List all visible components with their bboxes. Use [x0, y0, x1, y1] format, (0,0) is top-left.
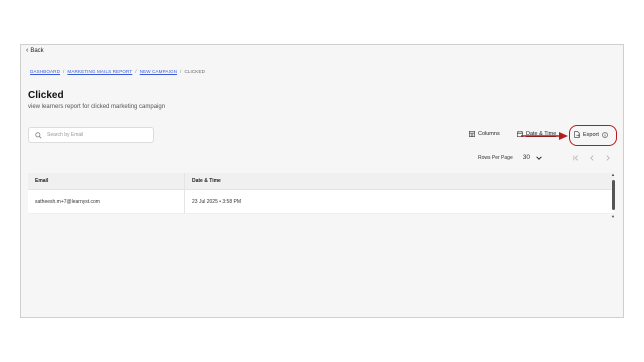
- search-input[interactable]: [47, 132, 147, 138]
- pagination-controls: [573, 155, 611, 161]
- info-icon: [602, 131, 608, 138]
- breadcrumb-separator: /: [63, 69, 65, 74]
- scroll-up-icon[interactable]: ▲: [611, 172, 615, 177]
- column-header-date-time[interactable]: Date & Time: [185, 173, 614, 189]
- first-page-icon[interactable]: [573, 155, 579, 161]
- annotation-arrow: [521, 132, 568, 140]
- rows-per-page: Rows Per Page 30: [478, 154, 542, 161]
- chevron-down-icon: [536, 155, 542, 160]
- export-button[interactable]: Export: [574, 131, 608, 138]
- file-export-icon: [574, 131, 580, 138]
- scrollbar-thumb[interactable]: [612, 180, 615, 210]
- breadcrumb-separator: /: [135, 69, 137, 74]
- learners-table: Email Date & Time satheesh.m+7@learnyst.…: [28, 173, 614, 214]
- column-header-email[interactable]: Email: [28, 173, 185, 189]
- columns-icon: [469, 131, 475, 137]
- breadcrumb-marketing-mails-report[interactable]: MARKETING MAILS REPORT: [67, 69, 132, 74]
- cell-date-time: 23 Jul 2025 • 3:58 PM: [192, 198, 242, 205]
- breadcrumb-separator: /: [180, 69, 182, 74]
- rows-per-page-label: Rows Per Page: [478, 154, 513, 161]
- next-page-icon[interactable]: [605, 155, 611, 161]
- rows-per-page-value: 30: [522, 154, 530, 161]
- breadcrumb-new-campaign[interactable]: NEW CAMPAIGN: [140, 69, 177, 74]
- page-subtitle: view learners report for clicked marketi…: [28, 104, 166, 110]
- export-label: Export: [583, 131, 599, 138]
- breadcrumb: DASHBOARD / MARKETING MAILS REPORT / NEW…: [30, 69, 205, 74]
- scroll-down-icon[interactable]: ▼: [611, 214, 615, 219]
- columns-label: Columns: [478, 131, 500, 137]
- columns-button[interactable]: Columns: [469, 131, 500, 137]
- rows-per-page-select[interactable]: 30: [523, 154, 542, 161]
- back-label: Back: [30, 48, 44, 54]
- chevron-left-icon: ‹: [26, 47, 29, 54]
- back-button[interactable]: ‹ Back: [26, 47, 44, 54]
- search-icon: [35, 131, 42, 139]
- table-scrollbar[interactable]: ▲ ▼: [611, 172, 615, 219]
- page-title: Clicked: [28, 90, 64, 101]
- search-box[interactable]: [28, 127, 154, 143]
- breadcrumb-current: CLICKED: [184, 69, 206, 74]
- previous-page-icon[interactable]: [589, 155, 595, 161]
- app-window: ‹ Back DASHBOARD / MARKETING MAILS REPOR…: [20, 44, 624, 318]
- cell-email: satheesh.m+7@learnyst.com: [28, 190, 185, 213]
- table-header: Email Date & Time: [28, 173, 614, 190]
- breadcrumb-dashboard[interactable]: DASHBOARD: [30, 69, 60, 74]
- table-row: satheesh.m+7@learnyst.com 23 Jul 2025 • …: [28, 190, 614, 214]
